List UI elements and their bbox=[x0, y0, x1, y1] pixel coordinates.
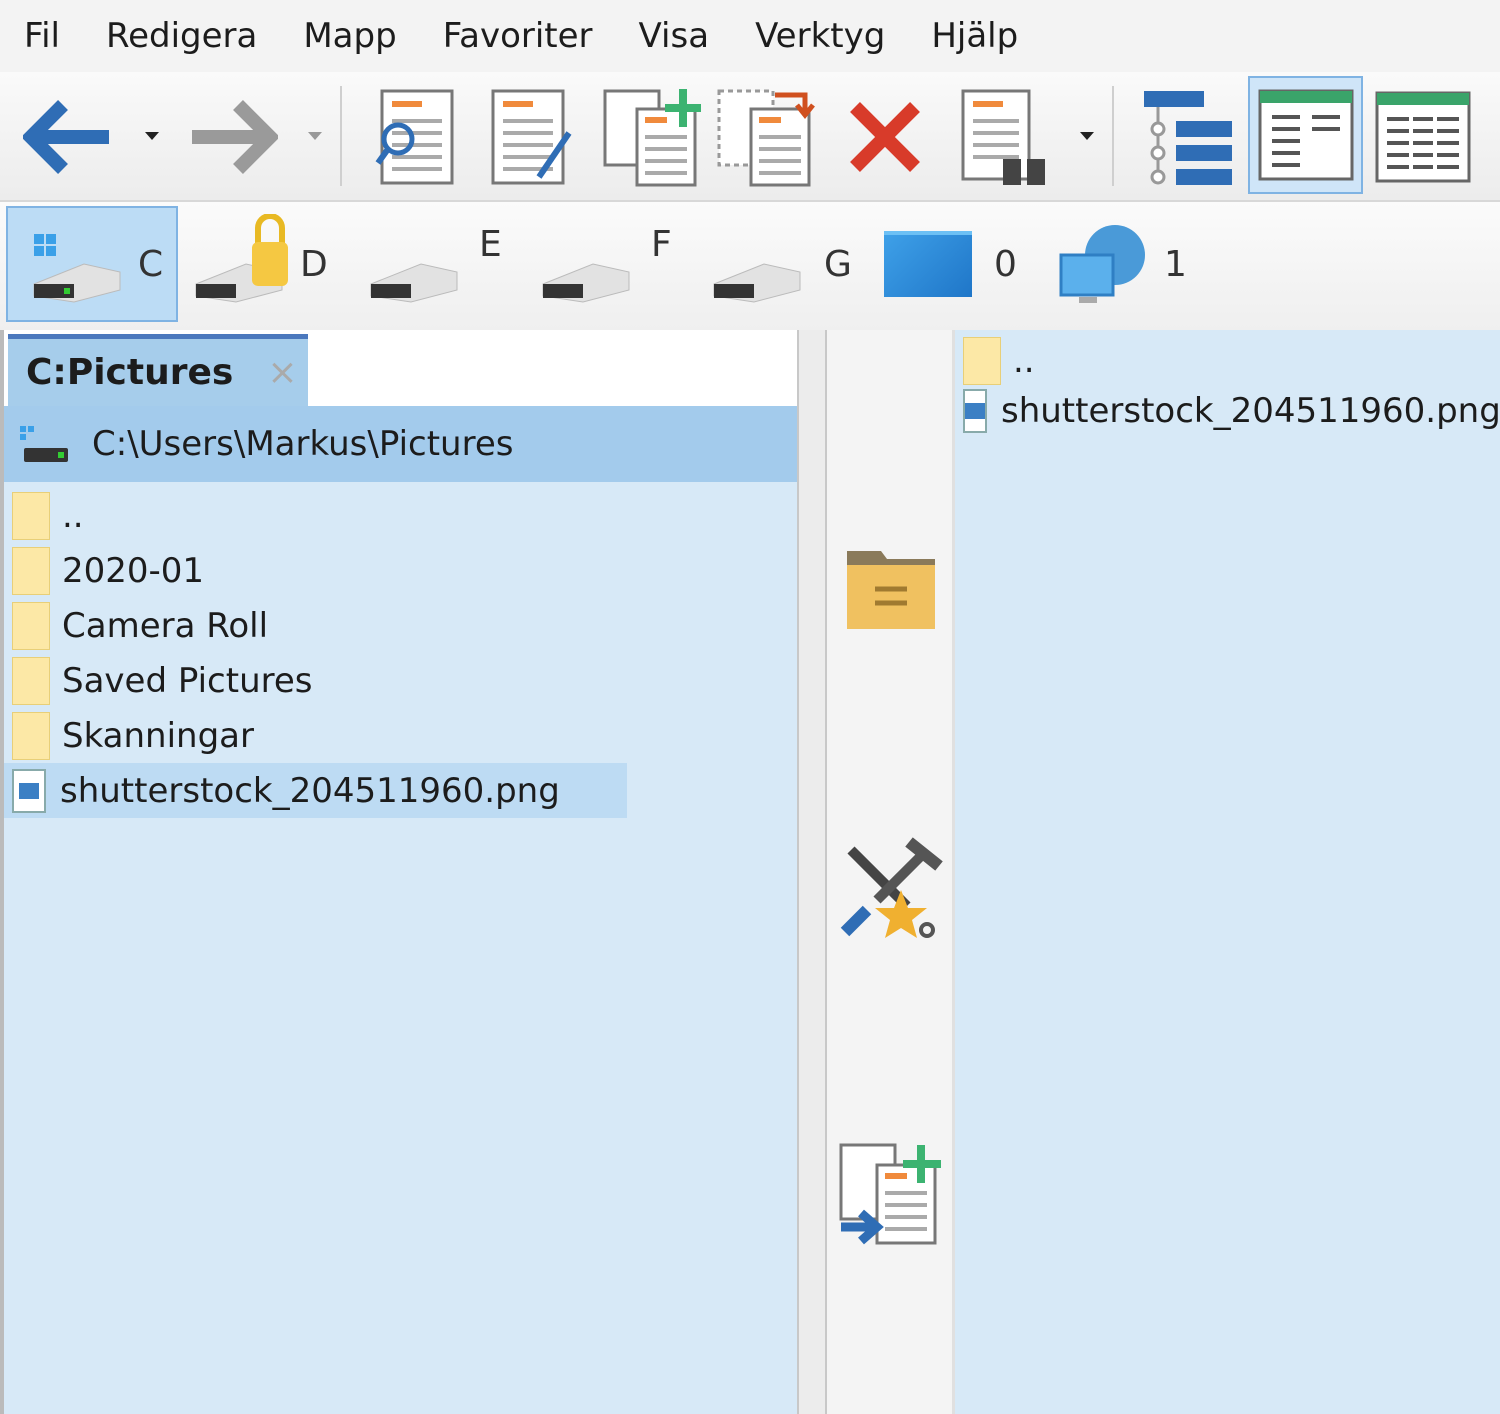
menu-favoriter[interactable]: Favoriter bbox=[443, 16, 593, 56]
document-binoculars-icon bbox=[961, 89, 1045, 185]
right-panel: .. shutterstock_204511960.png bbox=[955, 330, 1500, 1414]
item-name: .. bbox=[1013, 341, 1035, 381]
search-dropdown[interactable] bbox=[1080, 132, 1094, 140]
folder-icon bbox=[12, 656, 50, 705]
drive-label: 0 bbox=[994, 243, 1017, 285]
drive-label: E bbox=[479, 223, 502, 265]
arrow-left-icon bbox=[22, 100, 109, 174]
forward-dropdown[interactable] bbox=[308, 132, 322, 140]
tools-button[interactable] bbox=[837, 835, 945, 945]
panel-splitter[interactable] bbox=[797, 330, 827, 1414]
item-name: .. bbox=[62, 495, 84, 536]
drive-label: 1 bbox=[1164, 243, 1187, 285]
left-panel: C:Pictures × C:\Users\Markus\Pictures ..… bbox=[0, 330, 797, 1414]
item-name: Camera Roll bbox=[62, 605, 269, 646]
menu-hjalp[interactable]: Hjälp bbox=[931, 16, 1018, 56]
item-name: Saved Pictures bbox=[62, 660, 313, 701]
drive-label: F bbox=[651, 223, 672, 265]
detailed-view-button[interactable] bbox=[1370, 82, 1475, 192]
drive-icon bbox=[20, 426, 68, 462]
view-file-button[interactable] bbox=[370, 82, 460, 192]
brief-view-icon bbox=[1258, 89, 1353, 181]
copy-button[interactable] bbox=[598, 82, 703, 192]
forward-button[interactable] bbox=[185, 82, 280, 192]
path-bar[interactable]: C:\Users\Markus\Pictures bbox=[4, 406, 797, 482]
menu-redigera[interactable]: Redigera bbox=[106, 16, 257, 56]
drive-c-button[interactable]: C bbox=[6, 206, 178, 322]
detailed-view-icon bbox=[1375, 91, 1470, 183]
drive-label: G bbox=[824, 243, 852, 285]
middle-button-bar bbox=[827, 330, 955, 1414]
folder-icon bbox=[963, 337, 1001, 385]
desktop-button[interactable]: 0 bbox=[884, 206, 1034, 322]
list-item[interactable]: 2020-01 bbox=[4, 543, 797, 598]
back-dropdown[interactable] bbox=[145, 132, 159, 140]
list-item[interactable]: Skanningar bbox=[4, 708, 797, 763]
folder-icon bbox=[12, 601, 50, 650]
drive-d-button[interactable]: D bbox=[190, 206, 350, 322]
back-button[interactable] bbox=[20, 82, 115, 192]
locked-drive-icon bbox=[195, 214, 288, 303]
drive-icon bbox=[542, 263, 630, 303]
delete-x-icon bbox=[850, 102, 920, 172]
tab-c-pictures[interactable]: C:Pictures × bbox=[8, 334, 308, 406]
list-item[interactable]: .. bbox=[955, 336, 1500, 386]
folder-icon bbox=[847, 551, 935, 629]
menu-bar: Fil Redigera Mapp Favoriter Visa Verktyg… bbox=[0, 0, 1500, 72]
document-edit-icon bbox=[491, 89, 572, 185]
tab-label: C:Pictures bbox=[26, 352, 234, 393]
list-item[interactable]: shutterstock_204511960.png bbox=[955, 386, 1500, 436]
move-button[interactable] bbox=[712, 82, 817, 192]
menu-mapp[interactable]: Mapp bbox=[303, 16, 396, 56]
copy-to-other-panel-button[interactable] bbox=[837, 1140, 945, 1250]
item-name: shutterstock_204511960.png bbox=[60, 770, 560, 811]
menu-verktyg[interactable]: Verktyg bbox=[755, 16, 885, 56]
list-item[interactable]: .. bbox=[4, 488, 797, 543]
tree-view-icon bbox=[1144, 91, 1232, 185]
folder-icon bbox=[12, 711, 50, 760]
folder-icon bbox=[12, 546, 50, 595]
item-name: 2020-01 bbox=[62, 550, 205, 591]
folder-icon bbox=[12, 491, 50, 540]
drive-icon bbox=[713, 263, 801, 303]
current-path: C:\Users\Markus\Pictures bbox=[92, 424, 514, 464]
delete-button[interactable] bbox=[840, 82, 930, 192]
copy-arrow-icon bbox=[839, 1143, 941, 1245]
list-item[interactable]: Saved Pictures bbox=[4, 653, 797, 708]
separator bbox=[340, 86, 342, 186]
separator bbox=[1112, 86, 1114, 186]
system-drive-icon bbox=[33, 234, 121, 303]
drive-label: C bbox=[138, 243, 164, 285]
list-item-selected[interactable]: shutterstock_204511960.png bbox=[4, 763, 627, 818]
tools-star-icon bbox=[840, 837, 943, 938]
image-file-icon bbox=[963, 389, 987, 433]
open-folder-button[interactable] bbox=[837, 535, 945, 645]
network-globe-icon bbox=[1059, 225, 1145, 303]
toolbar bbox=[0, 72, 1500, 202]
drive-f-button[interactable]: F bbox=[537, 206, 687, 322]
menu-visa[interactable]: Visa bbox=[639, 16, 710, 56]
item-name: Skanningar bbox=[62, 715, 254, 756]
list-item[interactable]: Camera Roll bbox=[4, 598, 797, 653]
drive-e-button[interactable]: E bbox=[365, 206, 515, 322]
tab-row: C:Pictures × bbox=[4, 330, 797, 406]
close-tab-icon[interactable]: × bbox=[267, 352, 297, 393]
brief-view-button[interactable] bbox=[1248, 76, 1363, 194]
tree-view-button[interactable] bbox=[1138, 82, 1238, 192]
item-name: shutterstock_204511960.png bbox=[1001, 391, 1500, 431]
document-search-icon bbox=[375, 89, 454, 185]
image-file-icon bbox=[12, 768, 46, 813]
edit-file-button[interactable] bbox=[485, 82, 575, 192]
move-icon bbox=[717, 89, 815, 187]
drive-label: D bbox=[300, 243, 328, 285]
menu-fil[interactable]: Fil bbox=[24, 16, 60, 56]
drive-icon bbox=[370, 263, 458, 303]
desktop-icon bbox=[884, 231, 972, 297]
drive-g-button[interactable]: G bbox=[708, 206, 868, 322]
network-button[interactable]: 1 bbox=[1055, 206, 1205, 322]
arrow-right-icon bbox=[191, 100, 278, 174]
drive-bar: C D E F G 0 1 bbox=[0, 202, 1500, 330]
copy-add-icon bbox=[603, 89, 701, 187]
search-files-button[interactable] bbox=[955, 82, 1055, 192]
